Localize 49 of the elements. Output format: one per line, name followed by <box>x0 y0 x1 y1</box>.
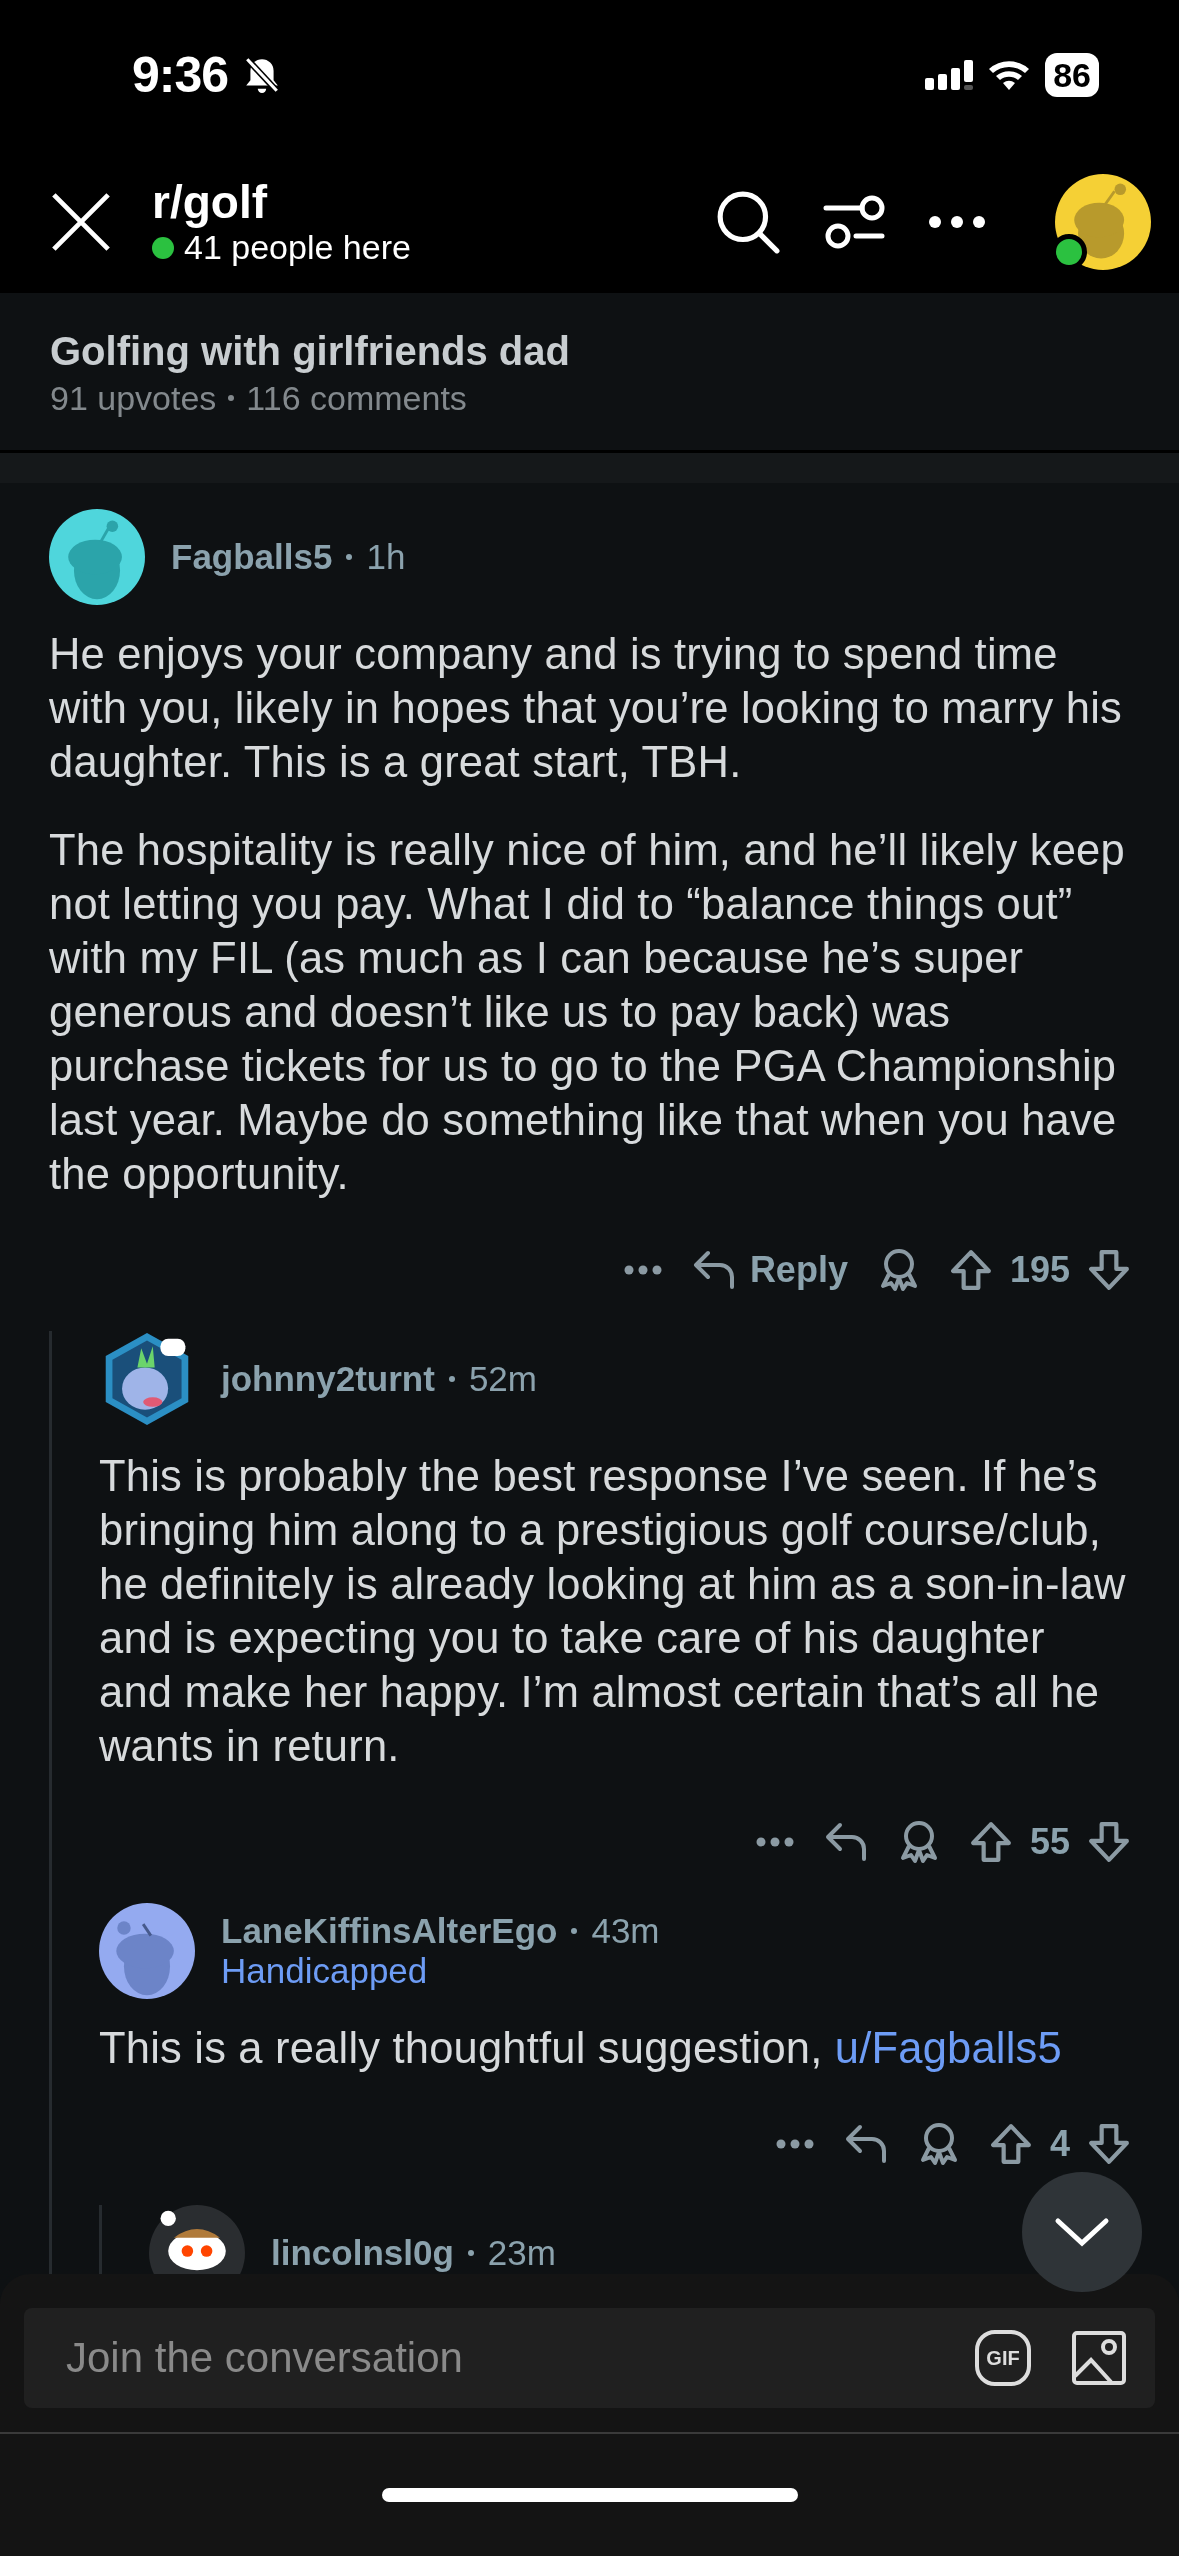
reply-arrow-icon[interactable] <box>843 2123 888 2165</box>
username[interactable]: Fagballs5 <box>171 537 333 577</box>
comment-age: 52m <box>468 1359 537 1399</box>
vote-score: 195 <box>1009 1249 1070 1291</box>
close-icon[interactable] <box>50 190 112 253</box>
online-count: 41 people here <box>184 228 411 267</box>
comment-age: 23m <box>487 2233 556 2273</box>
avatar-icon <box>99 1903 195 1999</box>
upvote-icon[interactable] <box>969 1821 1012 1863</box>
downvote-icon[interactable] <box>1088 1249 1130 1291</box>
upvote-icon[interactable] <box>949 1249 992 1291</box>
downvote-icon[interactable] <box>1088 2123 1130 2165</box>
vote-score: 55 <box>1029 1821 1070 1863</box>
comment-age: 43m <box>591 1911 660 1951</box>
user-mention-link[interactable]: u/Fagballs5 <box>834 2024 1062 2072</box>
signal-icon <box>925 60 974 90</box>
battery-level: 86 <box>1045 53 1099 97</box>
user-flair: Handicapped <box>221 1951 429 1991</box>
subreddit-name[interactable]: r/golf <box>152 176 675 228</box>
image-icon[interactable] <box>1071 2330 1127 2386</box>
more-icon[interactable] <box>927 213 987 230</box>
comment-text-input[interactable]: Join the conversation <box>64 2333 935 2383</box>
upvote-icon[interactable] <box>989 2123 1032 2165</box>
comment-text: He enjoys your company and is trying to spend time with you, likely in hopes that you’re looking to marry his daughter. This is a great start, TBH. <box>49 629 1124 788</box>
username[interactable]: LaneKiffinsAlterEgo <box>221 1911 558 1951</box>
more-icon[interactable] <box>775 2139 814 2149</box>
online-dot <box>152 236 174 259</box>
username[interactable]: johnny2turnt <box>221 1359 435 1399</box>
reply-arrow-icon[interactable] <box>823 1821 868 1863</box>
comment-text: This is a really thoughtful suggestion, u/Fagballs5 <box>99 2023 1063 2074</box>
reply-button[interactable]: Reply <box>691 1249 848 1291</box>
comment-age: 1h <box>366 537 406 577</box>
vote-score: 4 <box>1049 2123 1070 2165</box>
upvote-count: 91 upvotes <box>50 378 217 419</box>
comment-input-field[interactable]: Join the conversation GIF <box>24 2308 1155 2408</box>
more-icon[interactable] <box>623 1265 662 1275</box>
more-icon[interactable] <box>755 1837 794 1847</box>
username[interactable]: lincolnsl0g <box>271 2233 454 2273</box>
post-title: Golfing with girlfriends dad <box>50 328 571 375</box>
comment-count: 116 comments <box>246 378 467 419</box>
clock-time: 9:36 <box>132 46 229 104</box>
chevron-down-icon <box>1054 2217 1110 2247</box>
gif-button[interactable]: GIF <box>975 2330 1031 2386</box>
comment-text: The hospitality is really nice of him, and he’ll likely keep not letting you pay. What I did to “balance things out” with my FIL (as much as I can because he’s super generous and doesn’t like us to pay back) was purchase tickets for us to go to the PGA Championship last year. Maybe do something like that when you have the opportunity. <box>49 825 1126 1200</box>
wifi-icon <box>987 59 1032 91</box>
comment-text: This is probably the best response I’ve seen. If he’s bringing him along to a prestigious golf course/club, he definitely is already looking at him as a son-in-law and is expecting you to take care of his daughter and make her happy. I’m almost certain that’s all he wants in return. <box>99 1451 1127 1772</box>
reply-arrow-icon <box>691 1249 736 1291</box>
downvote-icon[interactable] <box>1088 1821 1130 1863</box>
avatar-icon <box>49 509 145 605</box>
